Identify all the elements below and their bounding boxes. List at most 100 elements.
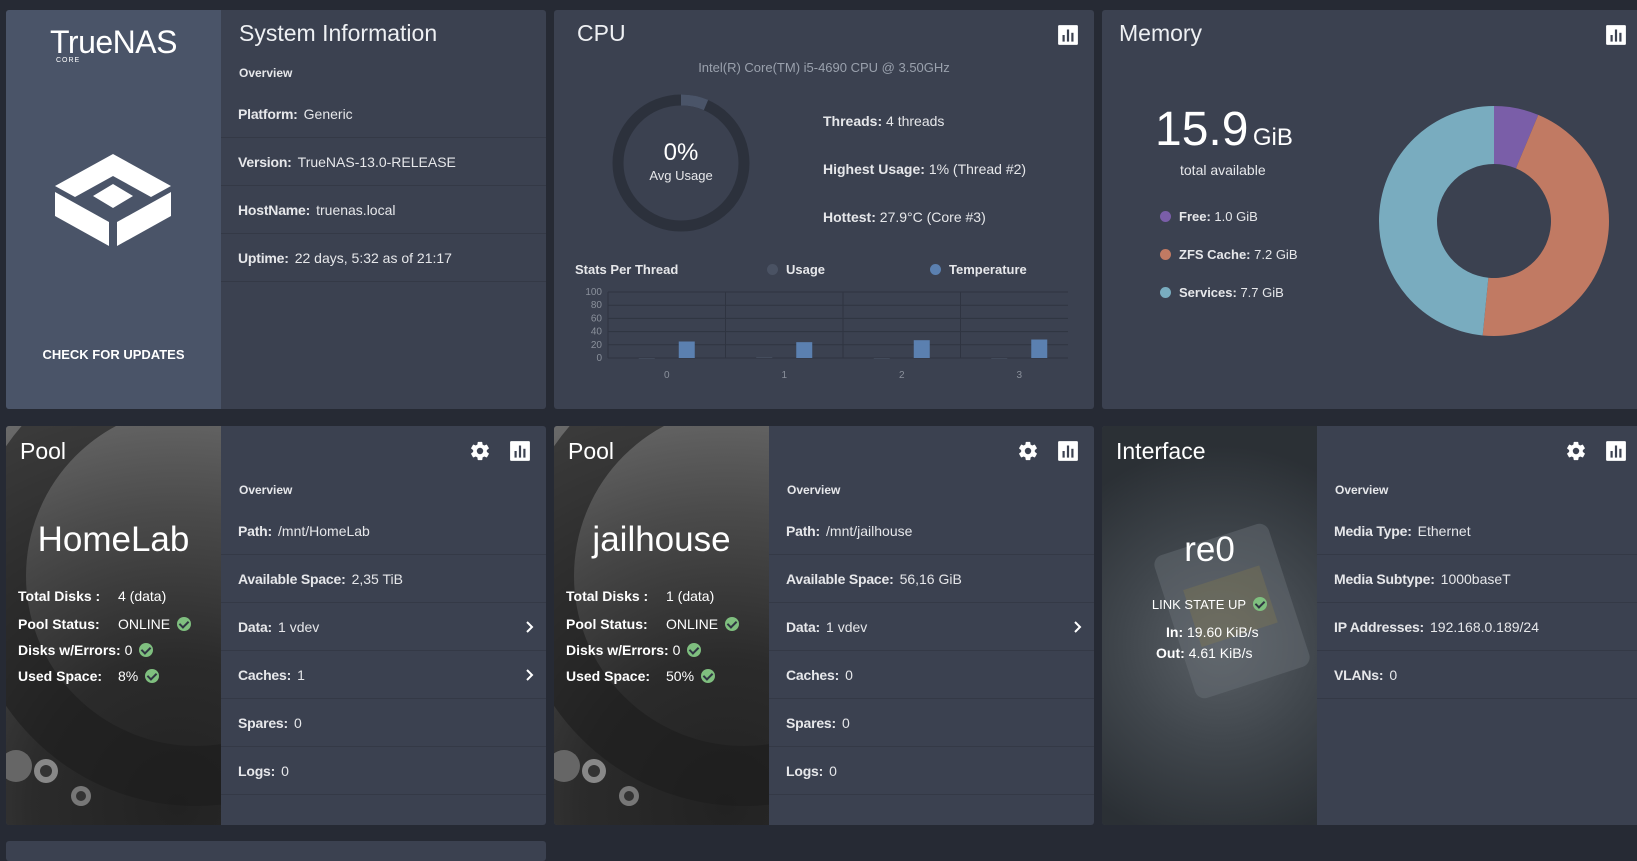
vlans-row: VLANs: 0	[1317, 651, 1637, 699]
gear-icon[interactable]	[1017, 440, 1039, 462]
hottest-stat: Hottest: 27.9°C (Core #3)	[823, 209, 1026, 257]
chevron-right-icon[interactable]	[524, 668, 536, 681]
vlans-label: VLANs:	[1334, 666, 1384, 683]
total-disks-stat: Total Disks : 4 (data)	[18, 588, 166, 604]
data-label: Data:	[238, 618, 273, 635]
donut-slice-services	[1379, 106, 1494, 336]
disks-errors-value: 0	[672, 642, 681, 658]
truenas-wordmark: TrueNAS	[6, 24, 221, 61]
usage-bar	[756, 357, 773, 358]
gear-icon[interactable]	[1565, 440, 1587, 462]
bar-chart-icon[interactable]	[1605, 24, 1627, 46]
highest-usage-stat: Highest Usage: 1% (Thread #2)	[823, 161, 1026, 209]
bar-chart-icon[interactable]	[1605, 440, 1627, 462]
bar-chart-icon[interactable]	[1057, 24, 1079, 46]
disks-errors-stat: Disks w/Errors: 0	[18, 642, 154, 658]
hostname-label: HostName:	[238, 201, 311, 218]
total-disks-label: Total Disks :	[18, 588, 101, 604]
check-for-updates-button[interactable]: CHECK FOR UPDATES	[6, 347, 221, 362]
path-value: /mnt/jailhouse	[826, 522, 913, 539]
legend-usage-label: Usage	[786, 262, 826, 277]
free-swatch	[1160, 211, 1171, 222]
memory-legend: Free: 1.0 GiB ZFS Cache: 7.2 GiB Service…	[1160, 209, 1298, 323]
interface-card: Interface re0 LINK STATE UP In: 19.60 Ki…	[1102, 426, 1637, 825]
pool-overview-label: Overview	[239, 483, 293, 497]
pool-title: Pool	[568, 438, 615, 464]
hottest-label: Hottest:	[823, 209, 876, 225]
cpu-avg-value: 0%	[663, 139, 699, 166]
highest-usage-label: Highest Usage:	[823, 161, 925, 177]
in-value: 19.60 KiB/s	[1187, 624, 1259, 640]
path-row: Path: /mnt/jailhouse	[769, 507, 1094, 555]
hottest-value: 27.9°C (Core #3)	[879, 209, 986, 225]
disks-errors-label: Disks w/Errors:	[18, 642, 121, 658]
hostname-value: truenas.local	[316, 201, 396, 218]
check-circle-icon	[725, 617, 740, 631]
gear-icon[interactable]	[469, 440, 491, 462]
logs-value: 0	[829, 762, 837, 779]
available-space-label: Available Space:	[786, 570, 894, 587]
interface-overview-label: Overview	[1335, 483, 1389, 497]
interface-title: Interface	[1116, 438, 1206, 464]
caches-value: 1	[297, 666, 305, 683]
path-label: Path:	[238, 522, 273, 539]
caches-row[interactable]: Caches: 1	[221, 651, 546, 699]
pool-status-value: ONLINE	[666, 616, 719, 632]
bar-chart-icon[interactable]	[509, 440, 531, 462]
spares-label: Spares:	[786, 714, 836, 731]
legend-usage[interactable]: Usage	[767, 262, 825, 277]
cpu-thread-chart: 100 80 60 40 20 0 0 1 2 3	[585, 287, 1068, 381]
memory-donut-chart	[1379, 106, 1609, 336]
used-space-stat: Used Space: 8%	[18, 668, 160, 684]
uptime-row: Uptime: 22 days, 5:32 as of 21:17	[221, 234, 546, 282]
check-circle-icon	[177, 617, 192, 631]
memory-total: 15.9 GiB	[1155, 102, 1293, 157]
logs-row: Logs: 0	[221, 747, 546, 795]
chevron-right-icon[interactable]	[1072, 620, 1084, 633]
temperature-bar	[1031, 339, 1048, 358]
platform-value: Generic	[303, 105, 353, 122]
spares-value: 0	[293, 714, 302, 731]
legend-temperature-swatch	[930, 264, 941, 275]
system-info-title: System Information	[239, 20, 438, 46]
memory-total-unit: GiB	[1252, 124, 1293, 151]
pool-status-label: Pool Status:	[18, 616, 100, 632]
ip-addresses-label: IP Addresses:	[1334, 618, 1424, 635]
brand-sub: CORE	[56, 57, 81, 64]
temperature-bar	[796, 342, 813, 358]
data-label: Data:	[786, 618, 821, 635]
total-disks-stat: Total Disks : 1 (data)	[566, 588, 714, 604]
bar-chart-icon[interactable]	[1057, 440, 1079, 462]
usage-bar	[638, 358, 655, 359]
data-row[interactable]: Data: 1 vdev	[769, 603, 1094, 651]
in-label: In:	[1166, 624, 1184, 640]
media-subtype-row: Media Subtype: 1000baseT	[1317, 555, 1637, 603]
logs-row: Logs: 0	[769, 747, 1094, 795]
data-row[interactable]: Data: 1 vdev	[221, 603, 546, 651]
chevron-right-icon[interactable]	[524, 620, 536, 633]
legend-temperature[interactable]: Temperature	[930, 262, 1027, 277]
y-tick-label: 40	[591, 327, 603, 338]
y-tick-label: 20	[591, 340, 603, 351]
disks-errors-value: 0	[124, 642, 133, 658]
cpu-stats: Threads: 4 threads Highest Usage: 1% (Th…	[823, 113, 1026, 257]
media-type-value: Ethernet	[1417, 522, 1471, 539]
path-label: Path:	[786, 522, 821, 539]
legend-usage-swatch	[767, 264, 778, 275]
platform-row: Platform: Generic	[221, 90, 546, 138]
legend-services: Services: 7.7 GiB	[1160, 285, 1298, 323]
data-value: 1 vdev	[278, 618, 320, 635]
used-space-stat: Used Space: 50%	[566, 668, 716, 684]
x-tick-label: 3	[1016, 370, 1022, 381]
pool-card-jailhouse: Pool jailhouse Total Disks : 1 (data) Poo…	[554, 426, 1094, 825]
free-label: Free:	[1179, 209, 1211, 224]
memory-total-label: total available	[1180, 162, 1266, 178]
link-state: LINK STATE UP	[1102, 597, 1317, 612]
out-value: 4.61 KiB/s	[1188, 645, 1253, 661]
used-space-label: Used Space:	[566, 668, 651, 684]
version-row: Version: TrueNAS-13.0-RELEASE	[221, 138, 546, 186]
zfs-cache-swatch	[1160, 249, 1171, 260]
data-value: 1 vdev	[826, 618, 868, 635]
check-circle-icon	[687, 643, 702, 657]
interface-image-panel: Interface re0 LINK STATE UP In: 19.60 Ki…	[1102, 426, 1317, 825]
